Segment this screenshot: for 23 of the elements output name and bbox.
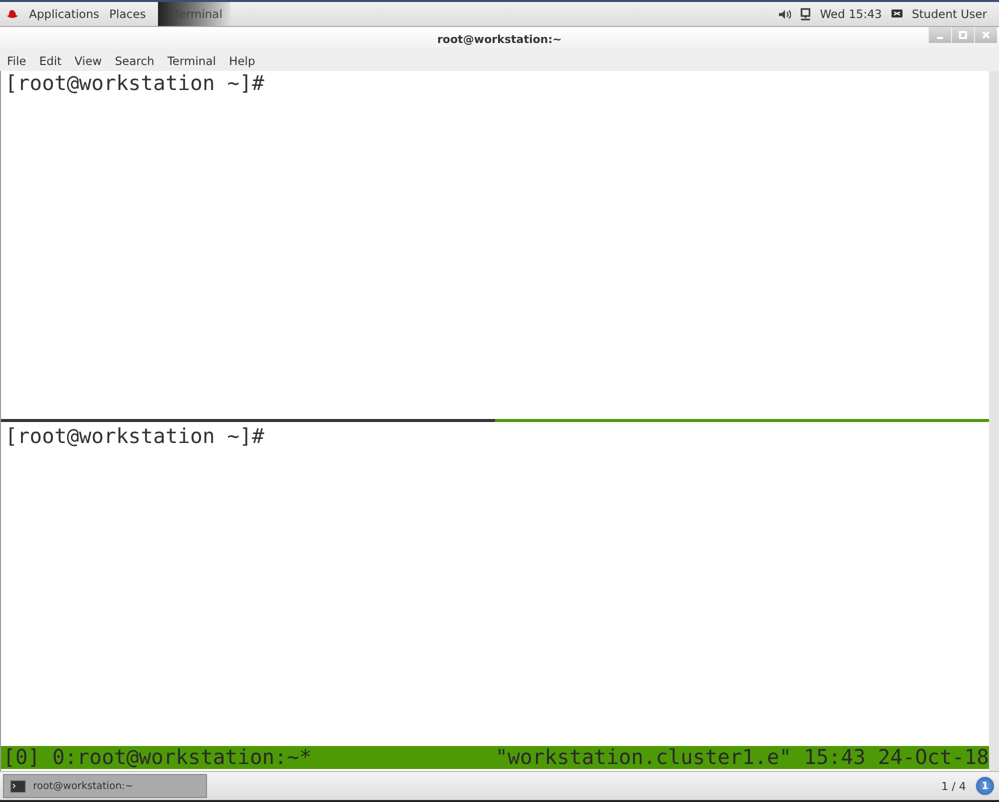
terminal-icon [10,780,26,792]
menu-item[interactable]: File [7,54,26,68]
menu-item[interactable]: View [74,54,102,68]
menu-item[interactable]: Search [114,54,154,68]
top-menu[interactable]: Places [109,7,146,21]
shell-prompt: [root@workstation ~]# [5,424,264,448]
user-icon[interactable] [890,8,903,20]
workspace-indicator[interactable]: 1 / 4 [941,780,966,792]
clock[interactable]: Wed 15:43 [820,7,882,21]
user-menu[interactable]: Student User [912,7,987,21]
window-label: root@workstation:~ [33,780,134,792]
network-icon[interactable] [800,8,811,20]
status-left: [0] 0:root@workstation:~* [3,746,312,769]
menu-item[interactable]: Terminal [167,54,216,68]
menu-item[interactable]: Help [228,54,256,68]
window-title: root@workstation:~ [437,32,562,46]
status-right: "workstation.cluster1.e" 15:43 24-Oct-18 [495,746,989,769]
speaker-icon[interactable] [778,8,791,20]
top-menu[interactable]: Applications [29,7,100,21]
taskbar-window-button[interactable]: root@workstation:~ [3,774,207,798]
shell-prompt: [root@workstation ~]# [5,71,264,95]
hat-icon[interactable] [6,8,19,20]
menu-item[interactable]: Edit [39,54,62,68]
